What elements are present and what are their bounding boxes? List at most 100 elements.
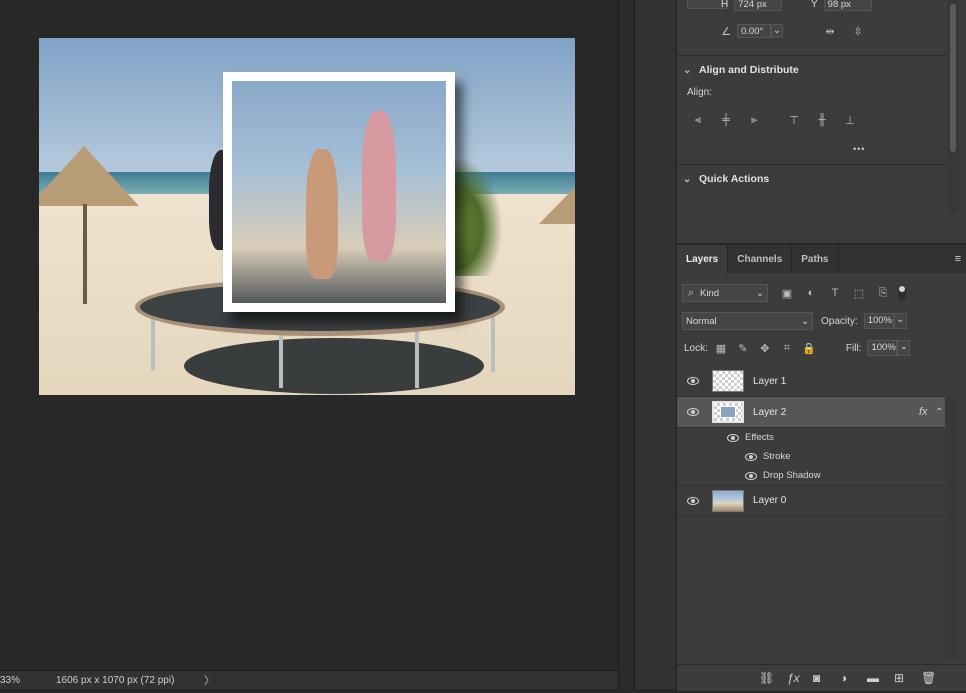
canvas-area[interactable] xyxy=(0,0,618,670)
effect-name: Stroke xyxy=(763,451,791,462)
eye-icon[interactable] xyxy=(687,496,699,505)
add-layer-style-icon[interactable]: ƒx xyxy=(787,671,800,685)
angle-field[interactable]: 0.00° xyxy=(737,24,771,38)
angle-row: ∠ 0.00° ⌄ xyxy=(719,24,783,38)
layers-panel: Layers Channels Paths ≡ ⌕ Kind ⌄ ▣ ◐ T ⬚… xyxy=(677,243,966,691)
chevron-down-icon: ⌄ xyxy=(683,173,692,185)
tab-paths[interactable]: Paths xyxy=(792,245,839,273)
effects-label: Effects xyxy=(745,432,774,443)
eye-icon[interactable] xyxy=(687,377,699,385)
effects-group[interactable]: Effects xyxy=(727,428,774,447)
layer-name[interactable]: Layer 1 xyxy=(753,376,786,387)
layer-row-layer-1[interactable]: Layer 1 xyxy=(677,366,945,397)
filter-smart-object-icon[interactable]: ⎘ xyxy=(876,286,890,300)
blend-mode-select[interactable]: Normal ⌄ xyxy=(682,312,813,330)
child-figure xyxy=(362,111,396,261)
frame-photo-content xyxy=(232,81,446,303)
lock-position-icon[interactable]: ✥ xyxy=(758,341,772,355)
align-buttons: ⫷ ╪ ⫸ ⊤ ╫ ⊥ xyxy=(691,113,857,127)
align-distribute-header[interactable]: ⌄ Align and Distribute xyxy=(683,64,799,76)
canvas-vertical-scrollbar[interactable] xyxy=(618,0,634,689)
status-bar: 33% 1606 px x 1070 px (72 ppi) 〉 xyxy=(0,670,618,689)
eye-icon[interactable] xyxy=(687,408,699,416)
effect-name: Drop Shadow xyxy=(763,470,821,481)
align-top-icon[interactable]: ⊤ xyxy=(787,113,801,127)
layer-row-layer-2[interactable]: Layer 2 fx ⌃ xyxy=(677,397,945,428)
align-left-icon[interactable]: ⫷ xyxy=(691,113,705,127)
effect-drop-shadow[interactable]: Drop Shadow xyxy=(745,466,821,485)
align-horizontal-center-icon[interactable]: ╪ xyxy=(719,113,733,127)
opacity-field[interactable]: 100% xyxy=(863,313,894,329)
angle-icon: ∠ xyxy=(721,25,731,38)
new-adjustment-layer-icon[interactable]: ◑ xyxy=(840,671,847,685)
filter-pixel-icon[interactable]: ▣ xyxy=(780,286,794,300)
blend-row: Normal ⌄ Opacity: 100% ⌄ xyxy=(682,312,907,330)
layer-name[interactable]: Layer 2 xyxy=(753,407,786,418)
delete-layer-icon[interactable]: 🗑 xyxy=(921,671,936,685)
fx-icon[interactable]: fx xyxy=(919,406,928,418)
properties-scrollbar[interactable] xyxy=(947,0,959,214)
new-layer-icon[interactable]: ⊞ xyxy=(894,671,904,685)
lock-all-icon[interactable]: 🔒 xyxy=(802,341,816,355)
filter-kind-select[interactable]: ⌕ Kind ⌄ xyxy=(682,284,768,302)
flip-vertical-icon[interactable]: ⇳ xyxy=(851,24,865,38)
layer-name[interactable]: Layer 0 xyxy=(753,495,786,506)
align-label: Align: xyxy=(687,87,713,98)
align-vertical-center-icon[interactable]: ╫ xyxy=(815,113,829,127)
document-image[interactable] xyxy=(39,38,575,395)
layer-row-layer-0[interactable]: Layer 0 xyxy=(677,485,945,516)
lock-artboard-icon[interactable]: ⌗ xyxy=(780,341,794,355)
layers-scrollbar[interactable] xyxy=(945,398,957,660)
eye-icon[interactable] xyxy=(727,433,739,442)
effect-stroke[interactable]: Stroke xyxy=(745,447,790,466)
eye-icon[interactable] xyxy=(745,452,757,461)
fill-dropdown[interactable]: ⌄ xyxy=(897,340,911,356)
y-label: Y xyxy=(811,0,818,10)
filter-type-icon[interactable]: T xyxy=(828,286,842,300)
child-figure xyxy=(306,149,338,279)
section-divider xyxy=(677,55,947,56)
fill-field[interactable]: 100% xyxy=(867,340,898,356)
lock-label: Lock: xyxy=(684,342,708,354)
angle-dropdown[interactable]: ⌄ xyxy=(771,24,783,38)
add-mask-icon[interactable]: ◙ xyxy=(813,671,820,685)
opacity-dropdown[interactable]: ⌄ xyxy=(893,313,907,329)
tab-channels[interactable]: Channels xyxy=(728,245,793,273)
scrollbar-thumb[interactable] xyxy=(950,4,956,152)
layers-footer: ⛓ ƒx ◙ ◑ ▬ ⊞ 🗑 xyxy=(677,664,966,691)
filter-toggle[interactable] xyxy=(898,285,906,301)
tab-layers[interactable]: Layers xyxy=(677,245,729,273)
lock-transparent-pixels-icon[interactable]: ▦ xyxy=(714,341,728,355)
y-field[interactable]: 98 px xyxy=(823,0,872,11)
layer-thumbnail xyxy=(712,489,744,512)
layer-filter-row: ⌕ Kind ⌄ ▣ ◐ T ⬚ ⎘ xyxy=(682,284,906,302)
more-options-button[interactable]: ••• xyxy=(853,144,865,154)
new-group-icon[interactable]: ▬ xyxy=(867,671,879,685)
trampoline-shadow xyxy=(184,338,484,394)
align-right-icon[interactable]: ⫸ xyxy=(747,113,761,127)
lock-image-pixels-icon[interactable]: ✎ xyxy=(736,341,750,355)
filter-adjustment-icon[interactable]: ◐ xyxy=(804,286,818,300)
link-layers-icon[interactable]: ⛓ xyxy=(759,671,774,685)
lock-row: Lock: ▦ ✎ ✥ ⌗ 🔒 Fill: 100% ⌄ xyxy=(684,340,911,356)
chevron-up-icon[interactable]: ⌃ xyxy=(935,407,943,418)
align-bottom-icon[interactable]: ⊥ xyxy=(843,113,857,127)
quick-actions-title: Quick Actions xyxy=(699,173,770,185)
photo-frame-layer-2[interactable] xyxy=(223,72,455,312)
flip-horizontal-icon[interactable]: ⇹ xyxy=(823,24,837,38)
section-divider xyxy=(677,164,947,165)
trampoline-leg xyxy=(415,328,419,388)
h-field[interactable]: 724 px xyxy=(734,0,783,11)
panel-menu-icon[interactable]: ≡ xyxy=(955,253,961,265)
document-info: 1606 px x 1070 px (72 ppi) xyxy=(56,674,175,686)
chevron-down-icon: ⌄ xyxy=(683,64,692,76)
chevron-right-icon[interactable]: 〉 xyxy=(204,672,215,688)
y-row: Y 98 px xyxy=(811,0,872,11)
filter-shape-icon[interactable]: ⬚ xyxy=(852,286,866,300)
chevron-down-icon: ⌄ xyxy=(801,315,809,327)
quick-actions-header[interactable]: ⌄ Quick Actions xyxy=(683,173,769,185)
layers-panel-tabs: Layers Channels Paths xyxy=(677,245,966,273)
height-row: H 724 px xyxy=(721,0,783,11)
eye-icon[interactable] xyxy=(745,471,757,480)
zoom-level[interactable]: 33% xyxy=(0,675,50,686)
